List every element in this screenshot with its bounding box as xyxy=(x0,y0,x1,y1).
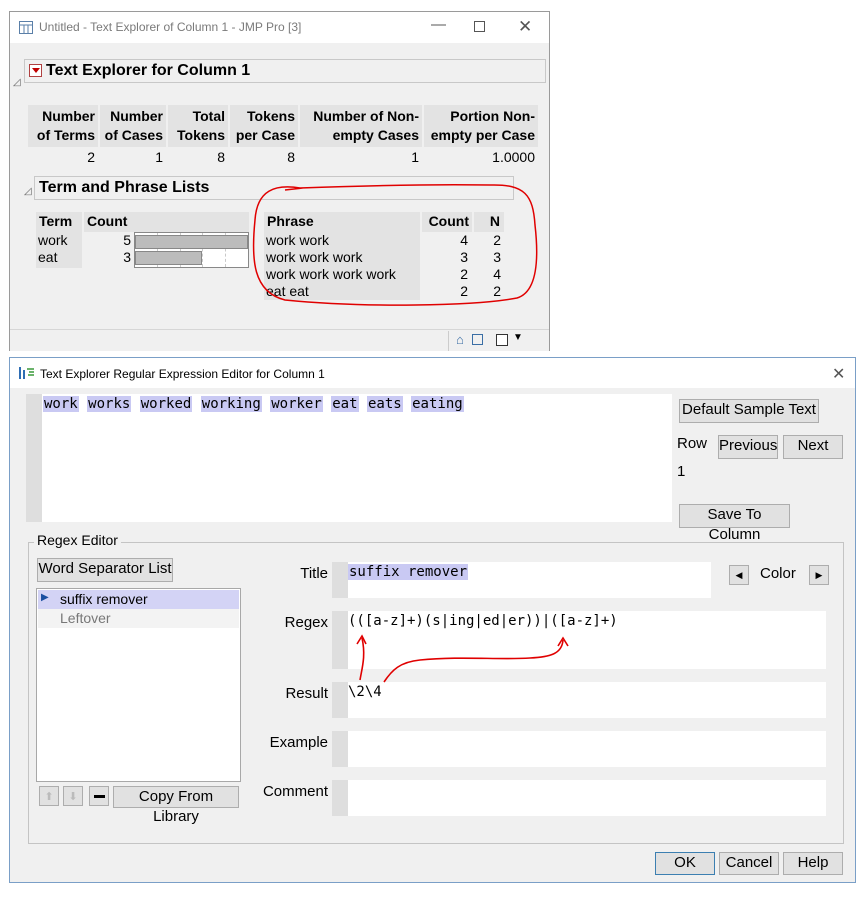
window-title: Untitled - Text Explorer of Column 1 - J… xyxy=(39,20,302,34)
count-bar-area xyxy=(134,232,249,268)
lists-title: Term and Phrase Lists xyxy=(39,179,210,196)
window-list-icon[interactable] xyxy=(496,334,508,346)
jmp-table-icon xyxy=(19,21,33,34)
count-cell: 3 xyxy=(123,249,131,265)
regex-editor-title: Regex Editor xyxy=(34,532,121,548)
move-down-button[interactable]: ⬇ xyxy=(63,786,83,806)
title-bar: Untitled - Text Explorer of Column 1 - J… xyxy=(10,12,549,43)
summary-table: Number of Terms Number of Cases Total Token… xyxy=(28,105,540,167)
sample-word: works xyxy=(87,396,132,412)
window-title: Text Explorer Regular Expression Editor … xyxy=(40,367,325,381)
minus-icon xyxy=(94,795,105,798)
sample-text-area[interactable]: work works worked working worker eat eat… xyxy=(42,394,672,522)
summary-header: Number of Non-empty Cases xyxy=(300,105,422,147)
field-gutter xyxy=(332,611,348,669)
summary-value: 1 xyxy=(155,149,163,165)
summary-value: 8 xyxy=(287,149,295,165)
close-icon[interactable]: ✕ xyxy=(518,17,532,37)
remove-button[interactable] xyxy=(89,786,109,806)
report-title: Text Explorer for Column 1 xyxy=(46,62,251,79)
home-icon[interactable]: ⌂ xyxy=(456,332,464,347)
disclosure-icon[interactable]: ◿ xyxy=(24,186,32,197)
red-annotation-arrows xyxy=(356,634,569,683)
list-item[interactable]: ▶ suffix remover xyxy=(38,590,239,609)
regex-editor-window: Text Explorer Regular Expression Editor … xyxy=(9,357,856,883)
sample-word: eats xyxy=(366,396,403,412)
term-cell[interactable]: work xyxy=(38,232,68,248)
term-cell[interactable]: eat xyxy=(38,249,57,265)
field-gutter xyxy=(332,682,348,718)
report-header: Text Explorer for Column 1 xyxy=(24,59,546,83)
regex-value: (([a-z]+)(s|ing|ed|er))|([a-z]+) xyxy=(348,613,618,629)
selected-arrow-icon: ▶ xyxy=(41,592,49,603)
list-item[interactable]: Leftover xyxy=(38,609,239,628)
sample-word: eating xyxy=(411,396,464,412)
color-next-button[interactable]: ▶ xyxy=(809,565,829,585)
summary-value: 1 xyxy=(411,149,419,165)
color-label: Color xyxy=(760,565,796,582)
red-annotation-circle xyxy=(252,183,538,306)
sample-word: worked xyxy=(139,396,193,412)
close-icon[interactable]: ✕ xyxy=(832,364,845,384)
default-sample-text-button[interactable]: Default Sample Text xyxy=(679,399,819,423)
status-bar: ⌂ ▼ xyxy=(10,329,549,351)
term-table: Term Count work 5 eat 3 xyxy=(36,212,250,302)
example-label: Example xyxy=(269,734,328,751)
word-separator-list-button[interactable]: Word Separator List xyxy=(37,558,173,582)
next-button[interactable]: Next xyxy=(783,435,843,459)
previous-button[interactable]: Previous xyxy=(718,435,778,459)
summary-value: 1.0000 xyxy=(492,149,535,165)
title-label: Title xyxy=(300,565,328,582)
comment-field[interactable] xyxy=(348,780,826,816)
count-cell: 5 xyxy=(123,232,131,248)
result-label: Result xyxy=(285,685,328,702)
example-field[interactable] xyxy=(348,731,826,767)
summary-header: Number of Terms xyxy=(28,105,98,147)
summary-value: 2 xyxy=(87,149,95,165)
sample-gutter xyxy=(26,394,42,522)
help-button[interactable]: Help xyxy=(783,852,843,875)
summary-header: Portion Non-empty per Case xyxy=(424,105,538,147)
disclosure-icon[interactable]: ◿ xyxy=(13,77,21,88)
summary-value: 8 xyxy=(217,149,225,165)
sample-word: worker xyxy=(270,396,323,412)
cancel-button[interactable]: Cancel xyxy=(719,852,779,875)
dropdown-icon[interactable]: ▼ xyxy=(513,332,523,343)
comment-label: Comment xyxy=(262,783,328,800)
count-bar xyxy=(135,235,248,249)
minimize-icon[interactable]: — xyxy=(431,16,446,33)
field-gutter xyxy=(332,562,348,598)
copy-from-library-button[interactable]: Copy From Library xyxy=(113,786,239,825)
sample-word: working xyxy=(200,396,262,412)
title-field[interactable]: suffix remover xyxy=(348,562,711,598)
row-number: 1 xyxy=(677,463,686,480)
term-header: Term xyxy=(36,212,82,232)
table-view-icon[interactable] xyxy=(472,334,483,345)
summary-header: Number of Cases xyxy=(100,105,166,147)
text-explorer-icon xyxy=(19,367,34,379)
field-gutter xyxy=(332,780,348,816)
sample-word: eat xyxy=(331,396,359,412)
red-triangle-menu-icon[interactable] xyxy=(29,64,42,77)
sample-word: work xyxy=(43,396,79,412)
save-to-column-button[interactable]: Save To Column xyxy=(679,504,790,543)
regex-list[interactable]: ▶ suffix remover Leftover xyxy=(36,588,241,782)
row-label: Row xyxy=(677,435,708,452)
bar-header xyxy=(134,212,249,232)
ok-button[interactable]: OK xyxy=(655,852,715,875)
count-header: Count xyxy=(84,212,134,232)
move-up-button[interactable]: ⬆ xyxy=(39,786,59,806)
regex-label: Regex xyxy=(284,614,328,631)
count-bar xyxy=(135,251,202,265)
maximize-icon[interactable] xyxy=(474,21,485,32)
sample-text: work works worked working worker eat eat… xyxy=(43,396,464,412)
title-bar: Text Explorer Regular Expression Editor … xyxy=(10,358,855,388)
title-value: suffix remover xyxy=(348,564,469,580)
summary-header: Tokens per Case xyxy=(230,105,298,147)
color-prev-button[interactable]: ◀ xyxy=(729,565,749,585)
summary-header: Total Tokens xyxy=(168,105,228,147)
field-gutter xyxy=(332,731,348,767)
